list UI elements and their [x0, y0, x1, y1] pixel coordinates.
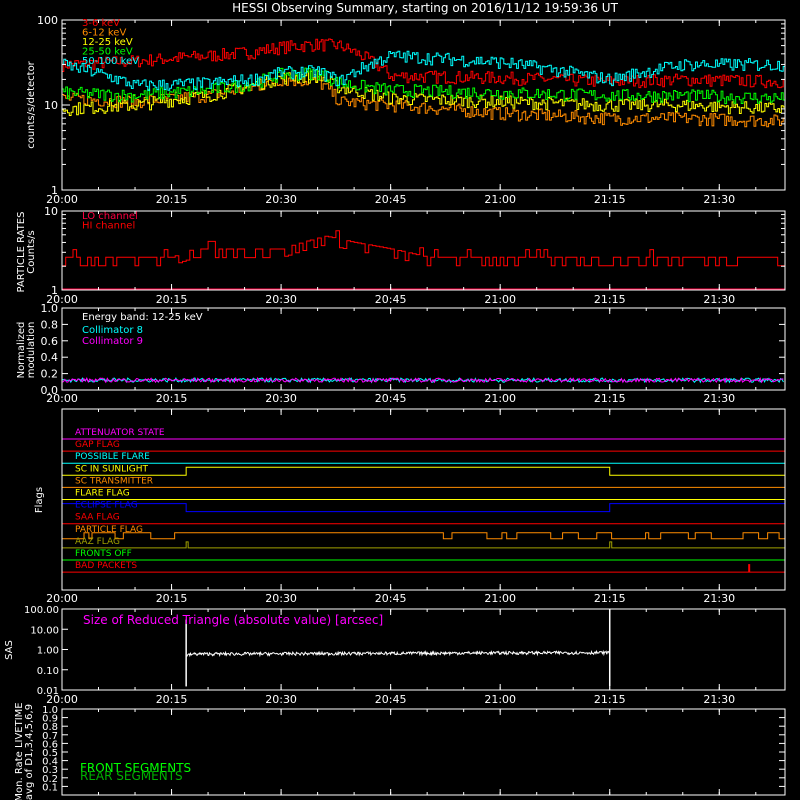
legend-entry: Collimator 9	[82, 336, 143, 347]
y-axis-label: SAS	[4, 640, 15, 660]
x-tick-label: 20:30	[265, 693, 297, 706]
x-tick-label: 20:30	[265, 392, 297, 405]
flag-label: AAZ FLAG	[75, 537, 120, 547]
y-tick-label: 0.8	[41, 318, 59, 331]
x-tick-label: 20:15	[156, 392, 188, 405]
legend-entry: Collimator 8	[82, 325, 143, 336]
x-tick-label: 21:30	[703, 693, 735, 706]
x-tick-label: 21:00	[484, 392, 516, 405]
x-tick-label: 20:15	[156, 193, 188, 206]
x-tick-label: 21:30	[703, 592, 735, 605]
x-tick-label: 20:30	[265, 592, 297, 605]
flag-label: FRONTS OFF	[75, 549, 132, 559]
x-tick-label: 20:00	[46, 392, 78, 405]
energy-band-annotation: Energy band: 12-25 keV	[82, 312, 203, 323]
y-tick-label: 10.00	[30, 625, 59, 636]
x-tick-label: 21:15	[594, 392, 626, 405]
flag-label: SC IN SUNLIGHT	[75, 464, 149, 474]
figure-title: HESSI Observing Summary, starting on 201…	[232, 1, 618, 15]
x-tick-label: 21:00	[484, 193, 516, 206]
x-tick-label: 21:30	[703, 392, 735, 405]
y-tick-label: 1.00	[37, 646, 59, 657]
x-tick-label: 20:45	[375, 193, 407, 206]
x-tick-label: 20:00	[46, 592, 78, 605]
y-tick-label: 10	[44, 99, 58, 112]
x-tick-label: 21:00	[484, 592, 516, 605]
sas-annotation: Size of Reduced Triangle (absolute value…	[83, 613, 383, 627]
x-tick-label: 20:45	[375, 693, 407, 706]
y-axis-label: Flags	[34, 487, 45, 513]
y-tick-label: 10	[44, 205, 58, 218]
legend-entry: REAR SEGMENTS	[80, 769, 183, 783]
flag-label: ECLIPSE FLAG	[75, 501, 138, 511]
y-axis-label: modulation	[26, 322, 37, 379]
y-axis-label: avg of D1,3,4,5,6,9	[24, 704, 35, 800]
x-tick-label: 21:30	[703, 293, 735, 306]
y-tick-label: 0.6	[41, 335, 59, 348]
flag-label: BAD PACKETS	[75, 561, 137, 571]
x-tick-label: 20:15	[156, 693, 188, 706]
flag-label: FLARE FLAG	[75, 489, 130, 499]
x-tick-label: 21:00	[484, 293, 516, 306]
y-tick-label: 100	[37, 14, 58, 27]
legend-entry: HI channel	[82, 221, 135, 232]
x-tick-label: 21:15	[594, 693, 626, 706]
y-tick-label: 1.0	[42, 705, 58, 716]
flag-label: POSSIBLE FLARE	[75, 452, 150, 462]
observing-summary-figure: HESSI Observing Summary, starting on 201…	[0, 0, 800, 800]
x-tick-label: 20:45	[375, 392, 407, 405]
x-tick-label: 21:15	[594, 592, 626, 605]
flag-label: GAP FLAG	[75, 440, 120, 450]
x-tick-label: 21:15	[594, 293, 626, 306]
y-tick-label: 0.4	[41, 351, 59, 364]
x-tick-label: 21:15	[594, 193, 626, 206]
legend-entry: 50-100 keV	[82, 56, 139, 67]
x-tick-label: 21:30	[703, 193, 735, 206]
y-tick-label: 0.10	[37, 666, 59, 677]
x-tick-label: 20:15	[156, 293, 188, 306]
y-tick-label: 100.00	[24, 605, 59, 616]
y-tick-label: 1.0	[41, 302, 59, 315]
y-axis-label: Counts/s	[26, 230, 37, 274]
flag-label: SC TRANSMITTER	[75, 476, 153, 486]
x-tick-label: 20:15	[156, 592, 188, 605]
x-tick-label: 20:30	[265, 193, 297, 206]
y-axis-label: counts/s/detector	[26, 60, 37, 148]
flag-label: ATTENUATOR STATE	[75, 428, 165, 438]
x-tick-label: 20:30	[265, 293, 297, 306]
x-tick-label: 20:45	[375, 592, 407, 605]
x-tick-label: 20:45	[375, 293, 407, 306]
x-tick-label: 21:00	[484, 693, 516, 706]
y-tick-label: 0.2	[41, 368, 59, 381]
flag-label: SAA FLAG	[75, 513, 120, 523]
